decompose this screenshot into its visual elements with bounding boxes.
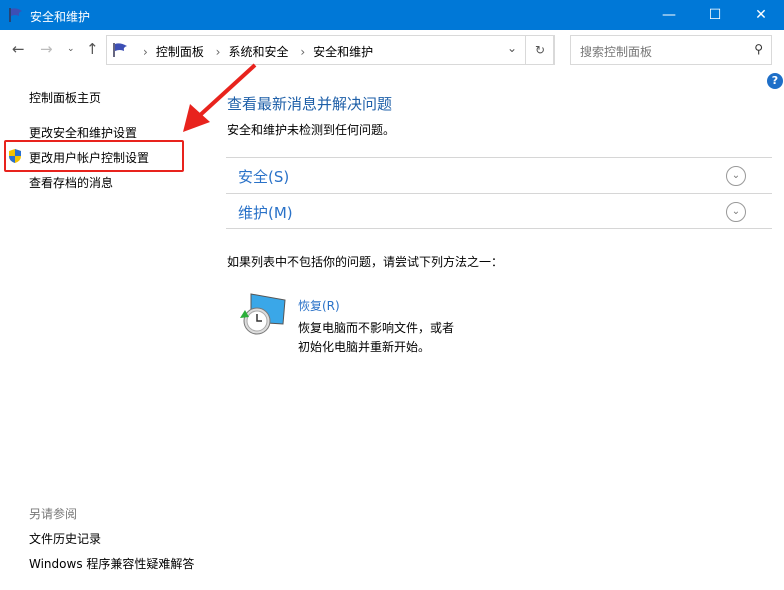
sidebar-item-file-history[interactable]: 文件历史记录 [29, 530, 101, 547]
search-icon[interactable]: ⚲ [754, 42, 763, 56]
forward-icon[interactable]: → [40, 40, 53, 58]
breadcrumb-item[interactable]: 系统和安全 [228, 45, 288, 59]
search-input[interactable]: 搜索控制面板 ⚲ [570, 35, 772, 65]
sidebar-item-compat-troubleshooter[interactable]: Windows 程序兼容性疑难解答 [29, 555, 194, 572]
flag-icon [9, 8, 22, 22]
help-icon[interactable]: ? [767, 73, 783, 89]
breadcrumb-item[interactable]: 控制面板 [156, 45, 204, 59]
maximize-button[interactable]: ☐ [692, 0, 738, 30]
minimize-button[interactable]: — [646, 0, 692, 30]
section-security[interactable]: 安全(S) ⌄ [226, 157, 772, 193]
close-button[interactable]: ✕ [738, 0, 784, 30]
chevron-down-icon[interactable]: ⌄ [507, 41, 517, 55]
recovery-icon [240, 293, 286, 335]
page-title: 查看最新消息并解决问题 [227, 95, 393, 113]
refresh-button[interactable]: ↻ [525, 35, 555, 65]
highlight-box [4, 140, 184, 172]
recovery-link[interactable]: 恢复(R) [298, 297, 340, 314]
flag-icon [113, 43, 127, 57]
breadcrumb-item[interactable]: 安全和维护 [313, 45, 373, 59]
chevron-down-icon[interactable]: ⌄ [726, 166, 746, 186]
status-text: 安全和维护未检测到任何问题。 [227, 123, 396, 137]
window-title: 安全和维护 [30, 10, 91, 24]
see-also-label: 另请参阅 [29, 507, 78, 521]
sidebar-item-home[interactable]: 控制面板主页 [29, 89, 101, 106]
chevron-down-icon[interactable]: ⌄ [726, 202, 746, 222]
recovery-description: 恢复电脑而不影响文件，或者 初始化电脑并重新开始。 [298, 321, 455, 354]
address-bar[interactable]: › 控制面板 › 系统和安全 › 安全和维护 ⌄ [106, 35, 554, 65]
section-maintenance[interactable]: 维护(M) ⌄ [226, 193, 772, 229]
back-icon[interactable]: ← [12, 40, 25, 58]
sidebar-item-archived-messages[interactable]: 查看存档的消息 [29, 174, 113, 191]
sidebar-item-security-settings[interactable]: 更改安全和维护设置 [29, 124, 137, 141]
title-bar: 安全和维护 — ☐ ✕ [0, 0, 784, 30]
hint-text: 如果列表中不包括你的问题，请尝试下列方法之一： [227, 255, 504, 269]
recent-dropdown-icon[interactable]: ⌄ [67, 44, 75, 54]
up-icon[interactable]: ↑ [86, 40, 99, 58]
